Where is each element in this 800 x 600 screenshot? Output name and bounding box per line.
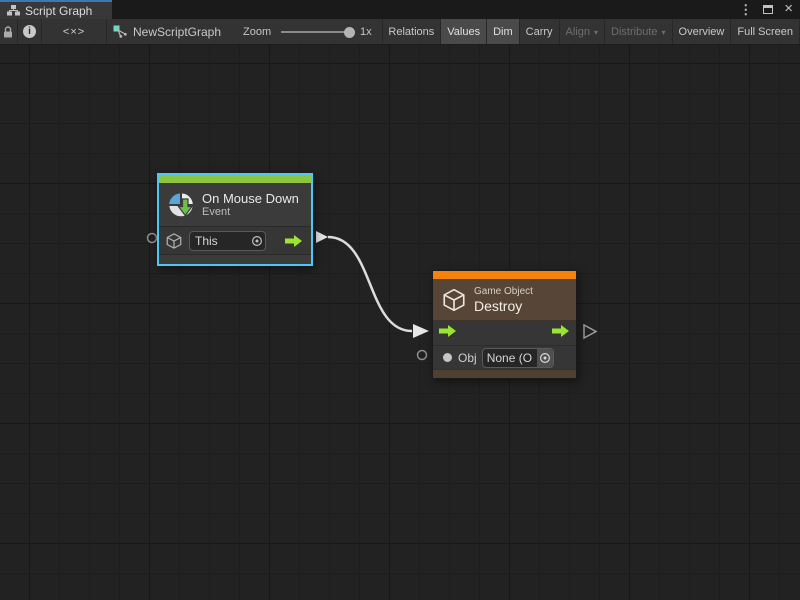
- window-controls: ⋮ ×: [739, 0, 800, 19]
- button-label: Overview: [679, 26, 725, 38]
- destroy-accent-bar: [433, 271, 576, 279]
- zoom-value: 1x: [360, 19, 372, 44]
- node-subtitle: Event: [202, 206, 299, 219]
- lock-icon: [2, 25, 14, 39]
- button-label: Align: [566, 26, 590, 38]
- obj-value-text: None (O: [487, 351, 537, 365]
- node-footer: [159, 254, 311, 264]
- zoom-label: Zoom: [243, 19, 271, 44]
- lock-button[interactable]: [0, 19, 18, 44]
- destroy-flow-row: [433, 321, 576, 345]
- mouse-down-event-icon: [167, 191, 195, 219]
- node-title: Destroy: [474, 298, 533, 314]
- graph-name-label: NewScriptGraph: [133, 25, 221, 39]
- toolbar-button-dim[interactable]: Dim: [487, 19, 520, 44]
- code-icon: <×>: [63, 26, 85, 38]
- toolbar-button-fullscreen[interactable]: Full Screen: [731, 19, 800, 44]
- node-titles: On Mouse Down Event: [202, 191, 299, 219]
- game-object-cube-icon: [441, 287, 467, 313]
- tab-script-graph[interactable]: Script Graph: [0, 0, 112, 19]
- event-target-row: This: [159, 227, 311, 254]
- node-footer: [433, 369, 576, 378]
- obj-value-field[interactable]: None (O: [482, 348, 554, 368]
- tab-title: Script Graph: [25, 4, 92, 18]
- script-graph-asset-icon: [113, 25, 127, 39]
- target-value-field[interactable]: This: [189, 231, 266, 251]
- close-icon[interactable]: ×: [784, 1, 793, 16]
- title-bar: Script Graph ⋮ ×: [0, 0, 800, 19]
- destroy-obj-row: Obj None (O: [433, 345, 576, 369]
- event-accent-bar: [159, 175, 311, 183]
- toolbar-button-overview[interactable]: Overview: [673, 19, 732, 44]
- node-header[interactable]: On Mouse Down Event: [159, 183, 311, 227]
- toolbar-button-carry[interactable]: Carry: [520, 19, 560, 44]
- hierarchy-icon: [7, 5, 20, 16]
- graph-breadcrumb[interactable]: NewScriptGraph: [113, 19, 221, 44]
- connections-layer: [0, 45, 800, 600]
- obj-port-dot[interactable]: [443, 353, 452, 362]
- obj-label: Obj: [458, 351, 477, 365]
- button-label: Relations: [388, 26, 434, 38]
- toolbar-button-values[interactable]: Values: [441, 19, 487, 44]
- chevron-down-icon: ▾: [594, 28, 598, 37]
- graph-toolbar: i <×> NewScriptGraph Zoom 1x Relations V…: [0, 19, 800, 45]
- node-title: On Mouse Down: [202, 191, 299, 206]
- code-preview-button[interactable]: <×>: [42, 19, 107, 44]
- script-graph-window: Script Graph ⋮ × i <×>: [0, 0, 800, 600]
- flow-connection-wire[interactable]: [328, 237, 412, 331]
- button-label: Distribute: [611, 26, 657, 38]
- chevron-down-icon: ▾: [662, 28, 666, 37]
- destroy-flow-input-arrow[interactable]: [439, 324, 457, 343]
- node-header[interactable]: Game Object Destroy: [433, 279, 576, 321]
- event-target-port[interactable]: [148, 234, 157, 243]
- node-destroy[interactable]: Game Object Destroy Obj: [432, 270, 577, 379]
- connection-dest-arrow[interactable]: [413, 324, 429, 338]
- connection-source-arrow[interactable]: [316, 231, 328, 243]
- zoom-slider-handle[interactable]: [344, 27, 355, 38]
- node-on-mouse-down[interactable]: On Mouse Down Event This: [157, 173, 313, 266]
- node-category: Game Object: [474, 285, 533, 298]
- destroy-flow-continue-arrow[interactable]: [584, 325, 596, 338]
- event-flow-output-arrow[interactable]: [285, 234, 303, 248]
- destroy-obj-port[interactable]: [418, 351, 427, 360]
- info-icon: i: [23, 25, 36, 38]
- maximize-icon[interactable]: [763, 5, 773, 14]
- inspector-button[interactable]: i: [18, 19, 42, 44]
- toolbar-button-distribute[interactable]: Distribute ▾: [605, 19, 672, 44]
- button-label: Dim: [493, 26, 513, 38]
- object-picker-icon[interactable]: [537, 349, 553, 367]
- object-picker-icon[interactable]: [249, 232, 265, 250]
- button-label: Values: [447, 26, 480, 38]
- toolbar-button-relations[interactable]: Relations: [382, 19, 441, 44]
- graph-canvas[interactable]: On Mouse Down Event This: [0, 45, 800, 600]
- button-label: Carry: [526, 26, 553, 38]
- toolbar-button-align[interactable]: Align ▾: [560, 19, 605, 44]
- button-label: Full Screen: [737, 26, 793, 38]
- game-object-cube-icon: [165, 232, 183, 250]
- zoom-slider[interactable]: [281, 31, 352, 33]
- target-value-text: This: [195, 234, 249, 248]
- node-titles: Game Object Destroy: [474, 285, 533, 314]
- window-menu-icon[interactable]: ⋮: [739, 3, 752, 16]
- destroy-flow-output-arrow[interactable]: [552, 324, 570, 343]
